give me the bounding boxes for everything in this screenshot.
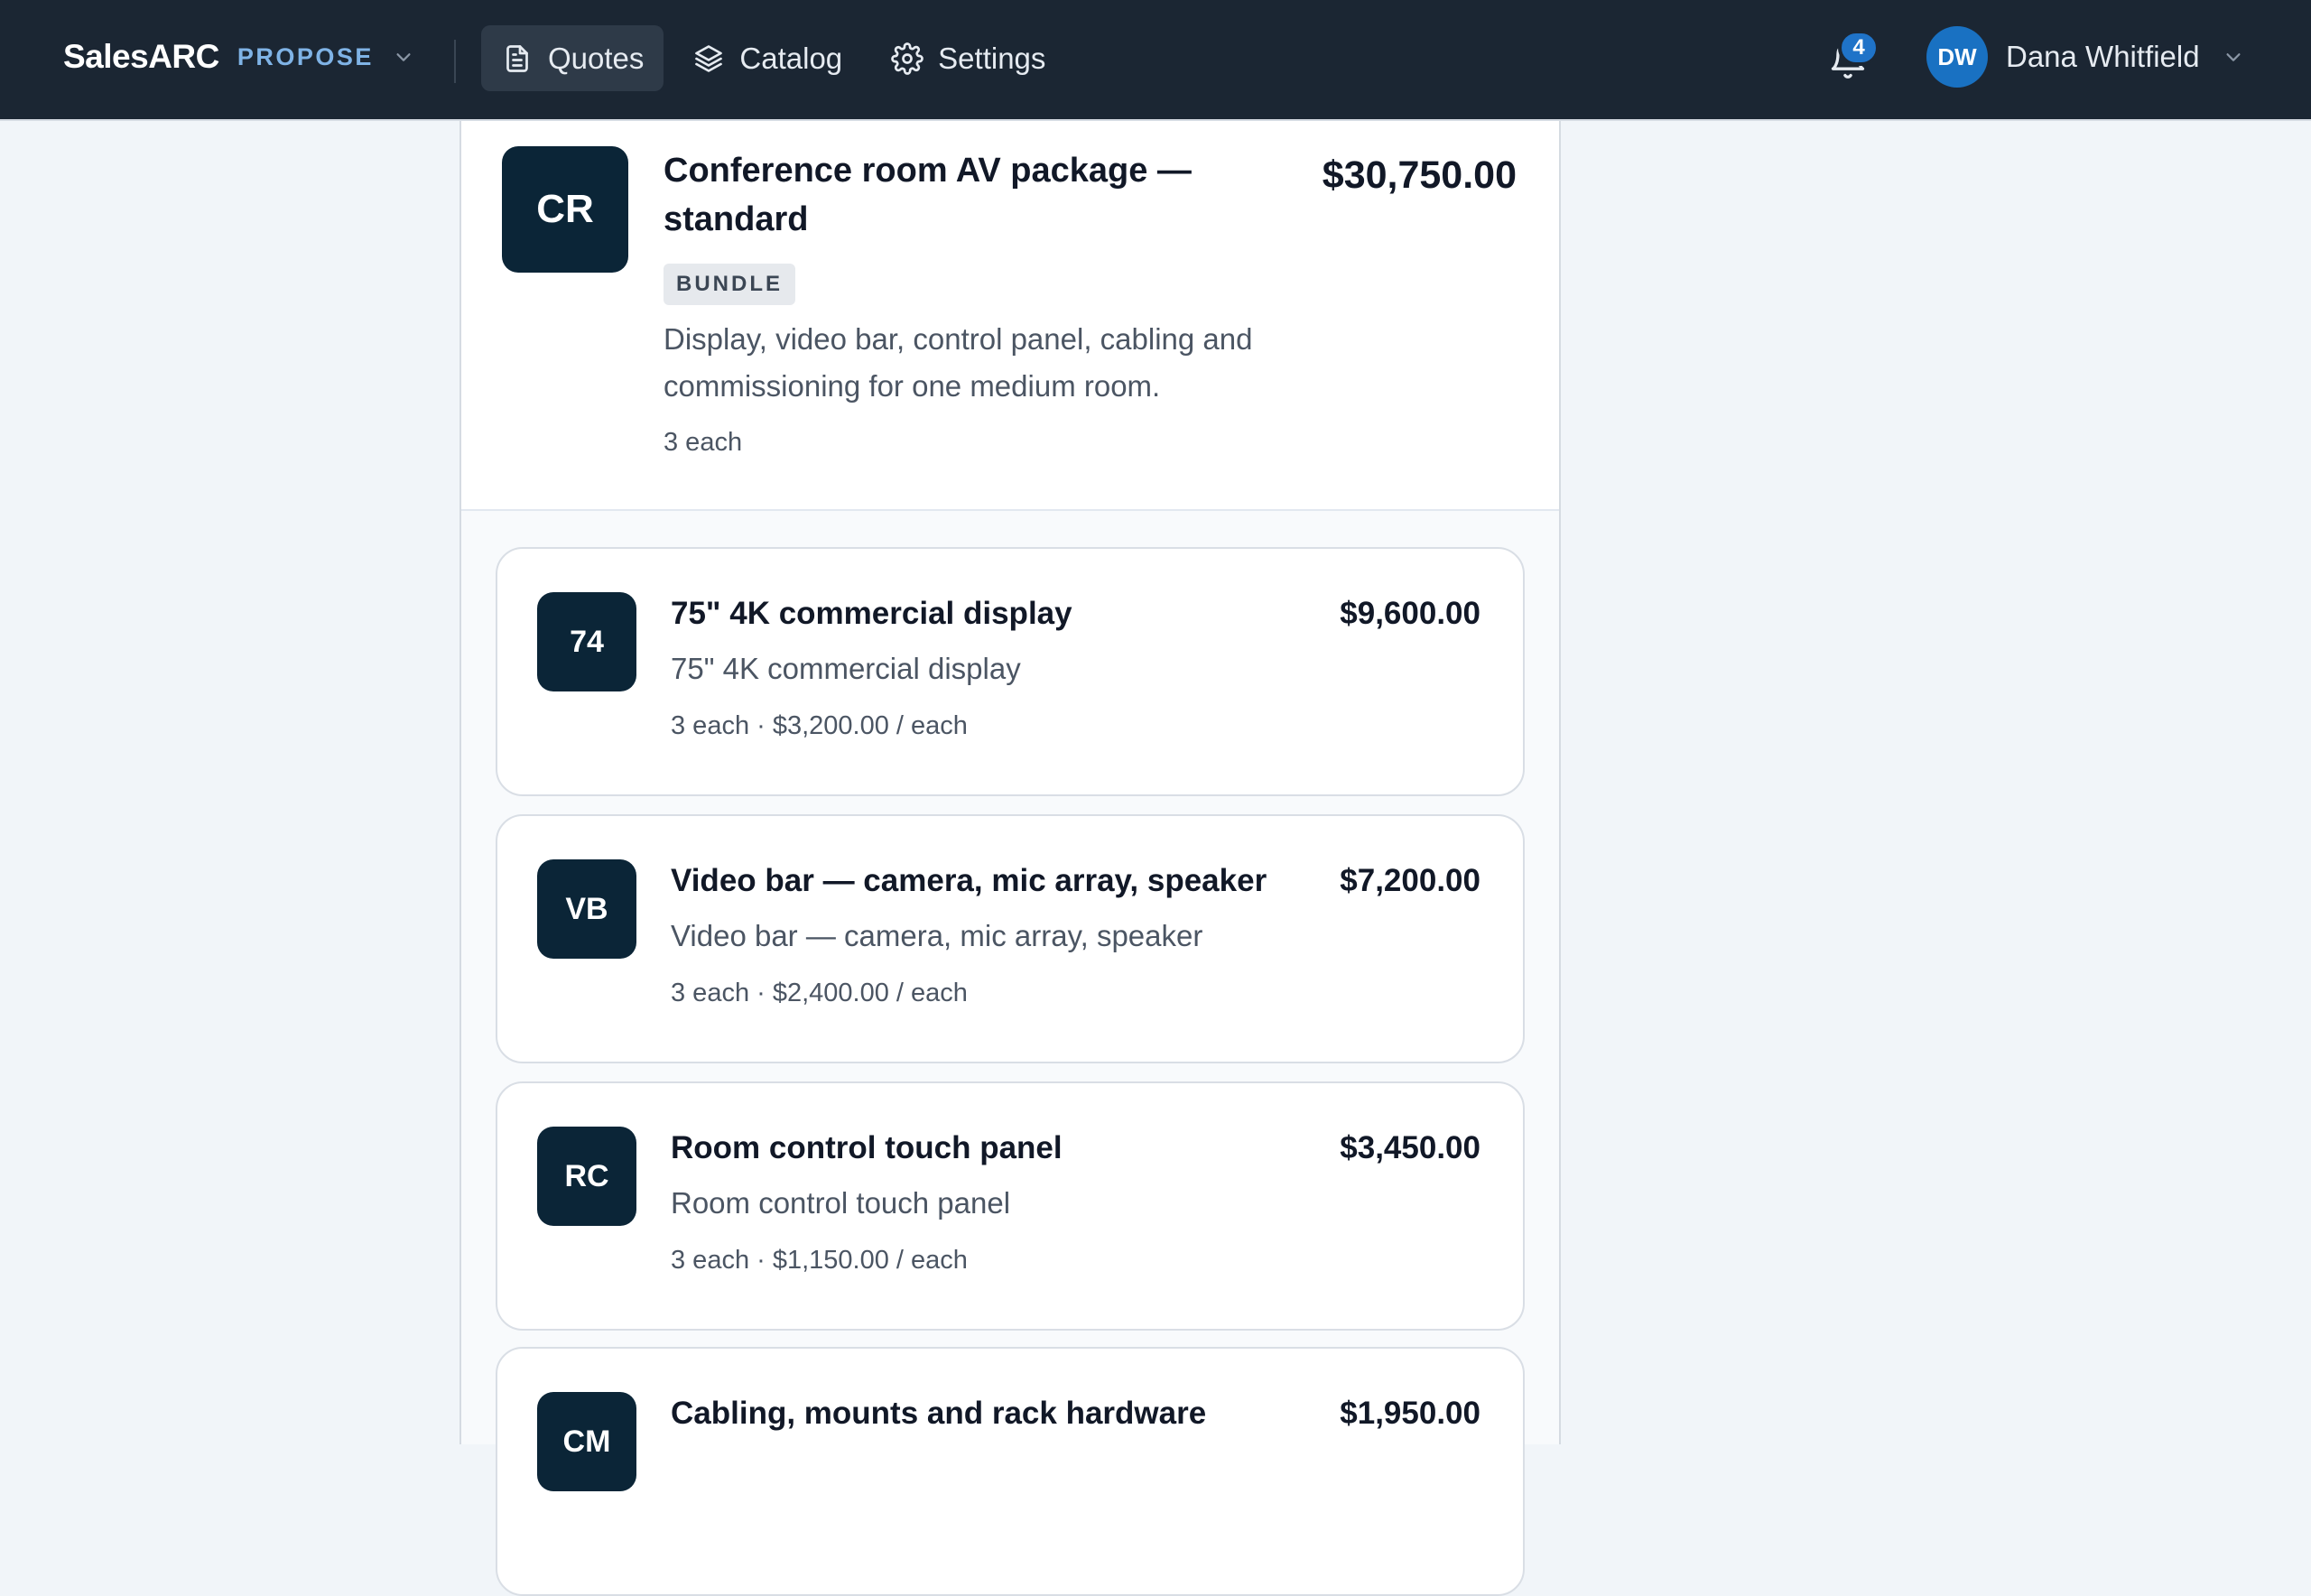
user-menu[interactable]: DW Dana Whitfield [1926, 26, 2243, 88]
avatar: DW [1926, 26, 1988, 88]
document-icon [506, 44, 528, 72]
item-description: Video bar — camera, mic array, speaker [671, 919, 1203, 952]
nav-quotes-label: Quotes [548, 41, 645, 75]
chevron-down-icon [2226, 53, 2241, 61]
list-item[interactable]: 74 75" 4K commercial display $9,600.00 7… [496, 547, 1525, 796]
nav-divider [454, 40, 456, 83]
gear-icon [891, 42, 923, 75]
notification-count-badge: 4 [1838, 30, 1879, 66]
item-price: $7,200.00 [1340, 863, 1480, 898]
product-name: PROPOSE [237, 42, 374, 70]
item-price: $9,600.00 [1340, 596, 1480, 631]
item-description: 75" 4K commercial display [671, 652, 1021, 685]
bundle-line-item[interactable]: CR Conference room AV package — standard… [461, 121, 1559, 511]
item-title: 75" 4K commercial display [671, 596, 1072, 631]
item-price: $1,950.00 [1340, 1396, 1480, 1431]
item-price: $3,450.00 [1340, 1130, 1480, 1165]
item-title: Room control touch panel [671, 1130, 1063, 1165]
item-description: Room control touch panel [671, 1186, 1011, 1220]
bundle-price: $30,750.00 [1322, 153, 1517, 197]
quote-line-items-panel: CR Conference room AV package — standard… [459, 121, 1561, 1596]
top-navigation-bar: SalesARC PROPOSE Quotes Catalog Settings [0, 0, 2311, 121]
bundle-badge: BUNDLE [664, 264, 795, 305]
bundle-thumbnail: CR [502, 146, 628, 273]
item-thumbnail: 74 [537, 592, 636, 691]
nav-settings[interactable]: Settings [871, 25, 1065, 91]
main-nav: Quotes Catalog Settings [481, 25, 1074, 91]
list-item[interactable]: VB Video bar — camera, mic array, speake… [496, 814, 1525, 1063]
list-item[interactable]: CM Cabling, mounts and rack hardware $1,… [496, 1347, 1525, 1596]
item-thumbnail: VB [537, 859, 636, 959]
item-quantity-unit-price: 3 each · $1,150.00 / each [671, 1246, 968, 1275]
item-title: Video bar — camera, mic array, speaker [671, 863, 1267, 898]
bundle-title: Conference room AV package — standard [664, 152, 1192, 238]
brand-switcher[interactable]: SalesARC PROPOSE [63, 38, 413, 76]
bundle-description: Display, video bar, control panel, cabli… [664, 322, 1253, 403]
item-thumbnail: CM [537, 1392, 636, 1491]
brand-name: SalesARC [63, 38, 219, 75]
bundle-quantity: 3 each [664, 428, 743, 457]
nav-settings-label: Settings [938, 41, 1046, 75]
nav-quotes[interactable]: Quotes [481, 25, 664, 91]
list-item[interactable]: RC Room control touch panel $3,450.00 Ro… [496, 1081, 1525, 1331]
nav-catalog[interactable]: Catalog [673, 25, 862, 91]
layers-icon [695, 44, 723, 72]
item-quantity-unit-price: 3 each · $2,400.00 / each [671, 979, 968, 1007]
item-thumbnail: RC [537, 1127, 636, 1226]
user-name: Dana Whitfield [2006, 40, 2200, 73]
chevron-down-icon [396, 53, 411, 61]
item-quantity-unit-price: 3 each · $3,200.00 / each [671, 711, 968, 740]
nav-catalog-label: Catalog [739, 41, 843, 75]
item-title: Cabling, mounts and rack hardware [671, 1396, 1207, 1431]
